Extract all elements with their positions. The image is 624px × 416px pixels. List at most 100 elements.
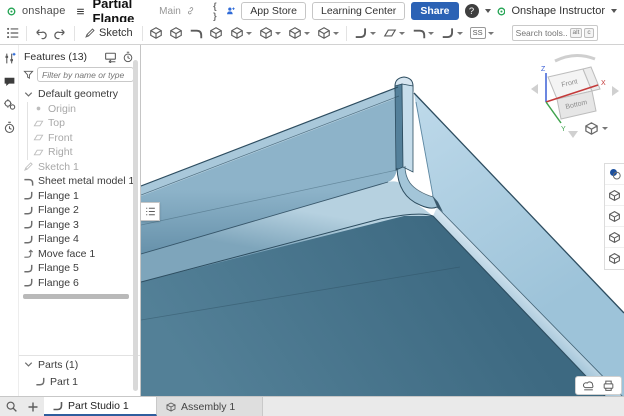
account-caret-icon[interactable] xyxy=(611,9,617,13)
move-face-icon xyxy=(23,248,34,259)
pattern-group-button[interactable] xyxy=(285,26,313,40)
feature-item-origin[interactable]: Origin xyxy=(28,102,140,117)
feature-item-flange-4[interactable]: Flange 4 xyxy=(19,232,140,247)
model-corner-tab-right[interactable] xyxy=(402,84,413,172)
cube-stack-icon xyxy=(608,231,621,244)
features-title: Features (13) xyxy=(24,51,99,63)
redo-button[interactable] xyxy=(51,24,70,43)
sweep-icon[interactable] xyxy=(187,24,206,43)
feature-item-default-geometry[interactable]: Default geometry xyxy=(19,87,140,102)
feature-list-toggle-button[interactable] xyxy=(3,24,22,43)
feature-list-popout-button[interactable] xyxy=(141,202,160,221)
view-options-button[interactable] xyxy=(584,121,608,136)
sheet-metal-bend-group-button[interactable] xyxy=(438,26,466,40)
plane-group-button[interactable] xyxy=(380,26,408,40)
feature-item-flange-5[interactable]: Flange 5 xyxy=(19,261,140,276)
chevron-down-icon xyxy=(399,32,405,35)
account-name[interactable]: Onshape Instructor xyxy=(511,5,605,17)
chevron-down-icon xyxy=(23,359,34,370)
history-clock-icon[interactable] xyxy=(3,121,16,134)
undo-button[interactable] xyxy=(31,24,50,43)
draft-group-button[interactable] xyxy=(351,26,379,40)
tab-label: Assembly 1 xyxy=(181,401,235,413)
filter-input[interactable] xyxy=(37,67,134,82)
add-tab-button[interactable] xyxy=(22,397,44,416)
link-icon[interactable] xyxy=(187,5,195,17)
custom-feature-group-button[interactable]: SS xyxy=(467,27,497,39)
rotate-left-icon[interactable] xyxy=(531,84,538,94)
feature-label: Flange 4 xyxy=(38,233,79,245)
flange-icon xyxy=(23,205,34,216)
part-item-part-1[interactable]: Part 1 xyxy=(19,373,140,390)
search-tabs-button[interactable] xyxy=(0,397,22,416)
graphics-viewport[interactable]: Front Bottom Z X Y xyxy=(141,45,624,396)
flange-icon xyxy=(23,190,34,201)
brand-text: onshape xyxy=(22,5,66,17)
x-axis-label: X xyxy=(601,80,606,87)
tab-assembly-1[interactable]: Assembly 1 xyxy=(157,397,263,416)
learning-center-button[interactable]: Learning Center xyxy=(312,2,405,20)
fillet-group-button[interactable] xyxy=(227,26,255,40)
feature-item-flange-3[interactable]: Flange 3 xyxy=(19,218,140,233)
tab-part-studio-1[interactable]: Part Studio 1 xyxy=(44,397,157,416)
feature-label: Sheet metal model 1 xyxy=(38,175,134,187)
feature-item-move-face-1[interactable]: Move face 1 xyxy=(19,247,140,262)
custom-features-icon[interactable] xyxy=(3,98,16,111)
extrude-icon[interactable] xyxy=(147,24,166,43)
app-store-button[interactable]: App Store xyxy=(241,2,306,20)
feature-item-top-plane[interactable]: Top xyxy=(28,116,140,131)
appearance-panel-button[interactable] xyxy=(605,164,624,185)
chevron-down-icon xyxy=(333,32,339,35)
feature-label: Flange 5 xyxy=(38,262,79,274)
feature-label: Flange 2 xyxy=(38,204,79,216)
rotate-right-icon[interactable] xyxy=(612,86,619,96)
plane-icon xyxy=(33,132,44,143)
view-cube[interactable]: Front Bottom Z X Y xyxy=(525,47,624,139)
feature-label: Flange 3 xyxy=(38,219,79,231)
loft-icon[interactable] xyxy=(207,24,226,43)
sketch-button[interactable]: Sketch xyxy=(79,27,138,39)
document-menu-icon[interactable] xyxy=(76,5,85,18)
workspace-label[interactable]: Main xyxy=(159,6,181,17)
share-button[interactable]: Share xyxy=(411,2,458,20)
search-tools-box[interactable]: alt c xyxy=(512,25,598,41)
named-views-panel-button[interactable] xyxy=(605,185,624,206)
feature-item-flange-1[interactable]: Flange 1 xyxy=(19,189,140,204)
feature-item-sketch-1[interactable]: Sketch 1 xyxy=(19,160,140,175)
boolean-group-button[interactable] xyxy=(314,26,342,40)
feature-label: Move face 1 xyxy=(38,248,95,260)
rotate-down-icon[interactable] xyxy=(568,131,578,138)
z-axis-label: Z xyxy=(541,66,546,73)
toolbar-separator xyxy=(142,26,143,41)
variables-panel-button[interactable] xyxy=(605,248,624,269)
onshape-logo-icon xyxy=(7,5,16,18)
chevron-down-icon xyxy=(602,127,608,130)
rollback-end-icon[interactable] xyxy=(104,50,117,63)
revolve-icon[interactable] xyxy=(167,24,186,43)
help-icon[interactable]: ? xyxy=(465,4,479,18)
comments-icon[interactable] xyxy=(3,75,16,88)
feature-label: Origin xyxy=(48,103,76,115)
share-user-icon[interactable] xyxy=(226,4,236,18)
feature-item-sheet-metal-model-1[interactable]: Sheet metal model 1 xyxy=(19,174,140,189)
shell-group-button[interactable] xyxy=(256,26,284,40)
plane-icon xyxy=(33,147,44,158)
print-3d-icon[interactable] xyxy=(582,379,595,392)
search-tools-input[interactable] xyxy=(516,28,568,38)
chevron-down-icon xyxy=(246,32,252,35)
features-scrollbar[interactable] xyxy=(133,60,138,391)
sheet-metal-flange-group-button[interactable] xyxy=(409,26,437,40)
rotate-arc-icon[interactable] xyxy=(555,55,595,61)
feature-item-right-plane[interactable]: Right xyxy=(28,145,140,160)
print-icon[interactable] xyxy=(602,379,615,392)
configurations-icon[interactable] xyxy=(3,52,16,65)
parts-section-header[interactable]: Parts (1) xyxy=(19,356,140,373)
help-caret-icon[interactable] xyxy=(485,9,491,13)
feature-item-front-plane[interactable]: Front xyxy=(28,131,140,146)
display-states-panel-button[interactable] xyxy=(605,206,624,227)
featurescript-icon[interactable]: { } xyxy=(213,1,220,21)
configurations-panel-button[interactable] xyxy=(605,227,624,248)
feature-item-flange-2[interactable]: Flange 2 xyxy=(19,203,140,218)
cube-edit-icon xyxy=(608,210,621,223)
feature-item-flange-6[interactable]: Flange 6 xyxy=(19,276,140,291)
